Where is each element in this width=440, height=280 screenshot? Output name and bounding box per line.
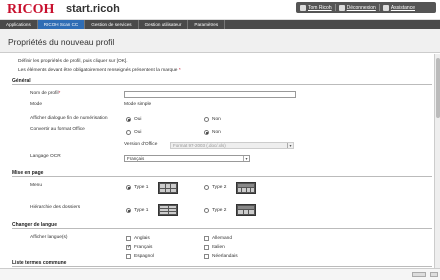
- checkbox-dutch[interactable]: [204, 254, 209, 259]
- office-version-select[interactable]: Format 97-2003 (.doc/.xls) ▾: [170, 142, 294, 149]
- menu-type2-radio[interactable]: [204, 185, 209, 190]
- display-language-label: Afficher langue(s): [30, 235, 68, 240]
- checkbox-italian[interactable]: [204, 245, 209, 250]
- chevron-down-icon: ▾: [243, 156, 249, 161]
- menu-type2-preview: [236, 182, 256, 194]
- ocr-label: Langage OCR: [30, 154, 61, 159]
- dialog-yes-radio[interactable]: [126, 117, 131, 122]
- brand-title: start.ricoh: [66, 3, 120, 15]
- office-yes-radio[interactable]: [126, 130, 131, 135]
- profile-name-label: Nom de profil*: [30, 91, 61, 96]
- menu-type1-label: Type 1: [134, 185, 149, 190]
- tab-ricoh-scan-cc[interactable]: RICOH Scan CC: [37, 20, 86, 29]
- folder-type2-label: Type 2: [212, 208, 227, 213]
- label-french: Français: [134, 245, 153, 250]
- menu-type1-preview: [158, 182, 178, 194]
- section-layout: Mise en page: [12, 170, 432, 177]
- status-bar: [0, 268, 440, 280]
- chevron-down-icon: ▾: [287, 143, 293, 148]
- section-general: Général: [12, 78, 432, 85]
- menu-type2-label: Type 2: [212, 185, 227, 190]
- tab-applications[interactable]: Applications: [0, 20, 38, 29]
- page-title-bar: Propriétés du nouveau profil: [0, 29, 440, 53]
- office-version-label: Version d'Office: [124, 142, 158, 147]
- menu-type1-radio[interactable]: [126, 185, 131, 190]
- office-no-label: Non: [212, 130, 221, 135]
- folder-type2-preview: [236, 204, 256, 216]
- required-note: Les éléments devant être obligatoirement…: [18, 68, 181, 73]
- folder-type1-preview: [158, 204, 178, 216]
- profile-name-input[interactable]: [124, 91, 296, 98]
- office-no-radio[interactable]: [204, 130, 209, 135]
- mode-label: Mode: [30, 102, 42, 107]
- tab-service-management[interactable]: Gestion de services: [85, 20, 139, 29]
- user-icon: [300, 4, 306, 11]
- intro-text: Définir les propriétés de profil, puis c…: [18, 59, 128, 64]
- label-dutch: Néerlandais: [212, 254, 238, 259]
- divider: [378, 4, 380, 11]
- dialog-no-label: Non: [212, 117, 221, 122]
- ricoh-logo: RICOH: [7, 2, 55, 17]
- ocr-language-select[interactable]: Français ▾: [124, 155, 250, 162]
- section-common-terms: Liste termes commune: [12, 260, 432, 267]
- help-icon: [382, 4, 389, 11]
- help-link[interactable]: Assistance: [382, 4, 415, 11]
- logout-icon: [338, 4, 345, 11]
- logout-link[interactable]: Déconnexion: [338, 4, 376, 11]
- checkbox-french[interactable]: [126, 244, 131, 250]
- main-nav: Applications RICOH Scan CC Gestion de se…: [0, 20, 440, 29]
- folder-type1-label: Type 1: [134, 208, 149, 213]
- checkbox-german[interactable]: [204, 236, 209, 241]
- dialog-yes-label: Oui: [134, 117, 142, 122]
- vertical-scrollbar[interactable]: [434, 54, 440, 268]
- label-spanish: Espagnol: [134, 254, 155, 259]
- checkbox-english[interactable]: [126, 236, 131, 241]
- office-label: Convertir au format Office: [30, 127, 85, 132]
- status-control[interactable]: [430, 272, 438, 277]
- dialog-no-radio[interactable]: [204, 117, 209, 122]
- dialog-label: Afficher dialogue fin de numérisation: [30, 116, 108, 121]
- folder-label: Hiérarchie des dossiers: [30, 205, 81, 210]
- page-title: Propriétés du nouveau profil: [8, 37, 115, 47]
- scrollbar-thumb[interactable]: [436, 58, 440, 118]
- menu-label: Menu: [30, 183, 42, 188]
- checkbox-spanish[interactable]: [126, 254, 131, 259]
- user-bar: Tom Ricoh Déconnexion Assistance: [296, 2, 436, 13]
- folder-type2-radio[interactable]: [204, 208, 209, 213]
- office-yes-label: Oui: [134, 130, 142, 135]
- status-control[interactable]: [412, 272, 426, 277]
- divider: [334, 4, 336, 11]
- label-english: Anglais: [134, 236, 150, 241]
- top-bar: RICOH start.ricoh Tom Ricoh Déconnexion …: [0, 0, 440, 20]
- form-content: Définir les propriétés de profil, puis c…: [0, 54, 432, 268]
- user-link[interactable]: Tom Ricoh: [300, 4, 332, 11]
- label-german: Allemand: [212, 236, 232, 241]
- section-language: Changer de langue: [12, 222, 432, 229]
- folder-type1-radio[interactable]: [126, 208, 131, 213]
- tab-settings[interactable]: Paramètres: [188, 20, 226, 29]
- label-italian: Italien: [212, 245, 225, 250]
- mode-value: Mode simple: [124, 102, 152, 107]
- tab-user-management[interactable]: Gestion utilisateur: [139, 20, 189, 29]
